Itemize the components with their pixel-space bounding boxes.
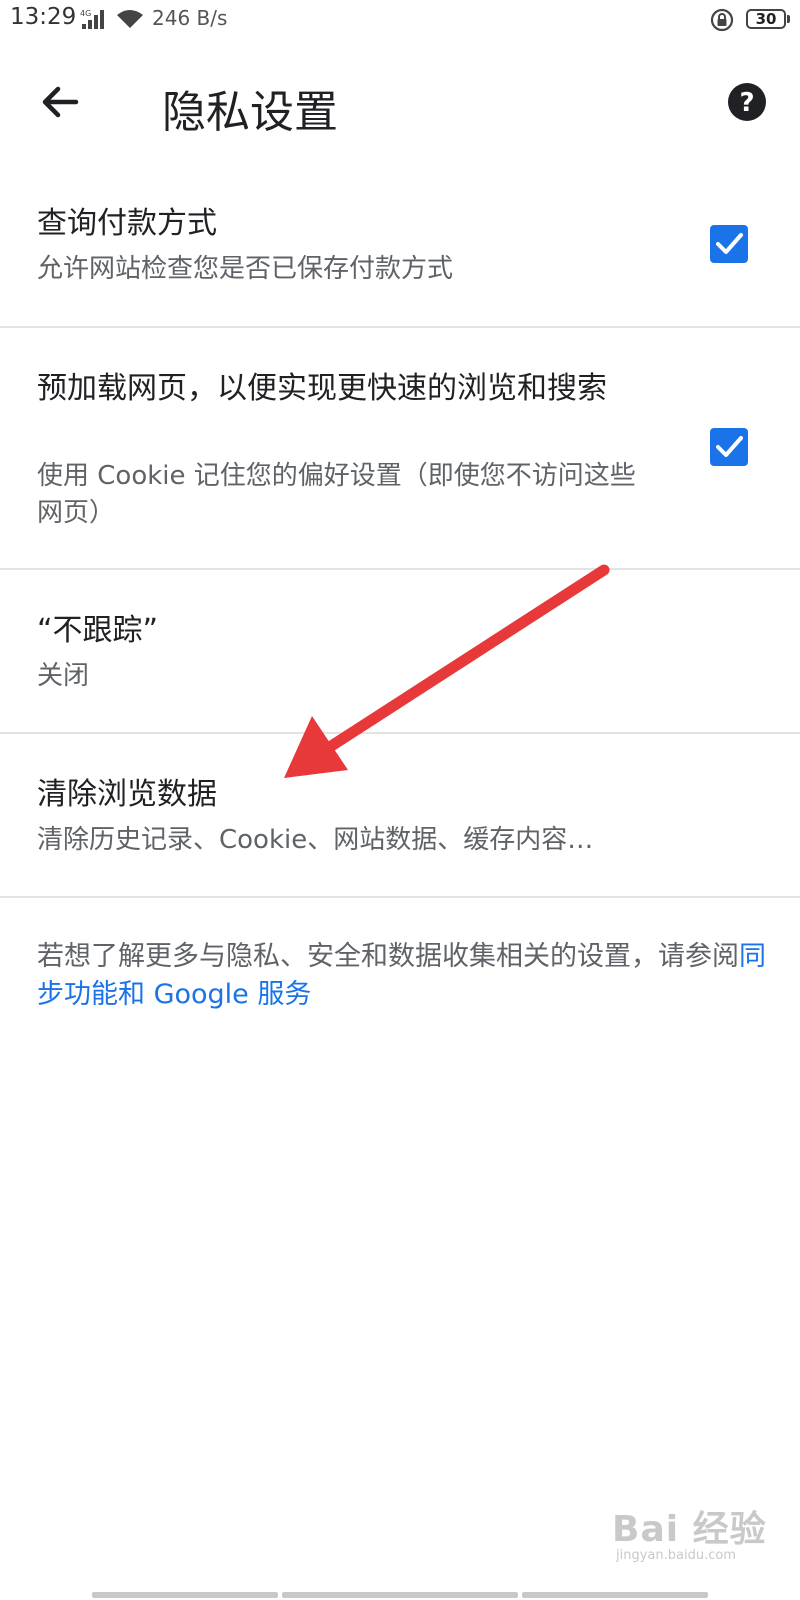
nav-segment bbox=[92, 1592, 278, 1598]
toolbar: 隐私设置 ? bbox=[0, 40, 800, 165]
rotation-lock-icon bbox=[710, 8, 734, 36]
setting-subtitle: 清除历史记录、Cookie、网站数据、缓存内容… bbox=[37, 825, 594, 855]
battery-indicator: 30 bbox=[746, 9, 790, 29]
footer-note: 若想了解更多与隐私、安全和数据收集相关的设置，请参阅同步功能和 Google 服… bbox=[37, 938, 767, 1014]
help-button[interactable]: ? bbox=[727, 82, 767, 122]
checkmark-icon bbox=[716, 436, 743, 457]
setting-title: 预加载网页，以便实现更快速的浏览和搜索 bbox=[37, 371, 607, 406]
setting-clear-browsing-data[interactable]: 清除浏览数据 清除历史记录、Cookie、网站数据、缓存内容… bbox=[0, 734, 800, 898]
help-circle-icon: ? bbox=[728, 83, 766, 121]
wifi-icon bbox=[115, 8, 145, 34]
setting-title: 查询付款方式 bbox=[37, 206, 217, 241]
setting-payment-methods[interactable]: 查询付款方式 允许网站检查您是否已保存付款方式 bbox=[0, 165, 800, 328]
svg-text:?: ? bbox=[739, 88, 754, 118]
status-bar: 13:29 4G 246 B/s 30 bbox=[0, 0, 800, 40]
setting-title: “不跟踪” bbox=[37, 613, 159, 648]
nav-segment bbox=[522, 1592, 708, 1598]
signal-icon: 4G bbox=[80, 8, 108, 34]
back-button[interactable] bbox=[36, 78, 84, 126]
status-time: 13:29 bbox=[10, 4, 77, 30]
watermark-url: jingyan.baidu.com bbox=[616, 1548, 736, 1563]
navigation-bar bbox=[0, 1592, 800, 1600]
preload-pages-checkbox[interactable] bbox=[710, 428, 748, 466]
nav-segment bbox=[282, 1592, 518, 1598]
svg-text:4G: 4G bbox=[80, 9, 91, 18]
setting-title: 清除浏览数据 bbox=[37, 777, 217, 812]
checkmark-icon bbox=[716, 233, 743, 254]
setting-subtitle: 允许网站检查您是否已保存付款方式 bbox=[37, 254, 454, 284]
watermark-main: Bai 经验 bbox=[612, 1509, 767, 1550]
setting-subtitle: 关闭 bbox=[37, 661, 90, 691]
baidu-watermark: Bai 经验 jingyan.baidu.com bbox=[612, 1500, 767, 1563]
footer-text: 若想了解更多与隐私、安全和数据收集相关的设置，请参阅 bbox=[37, 941, 739, 972]
setting-preload-pages[interactable]: 预加载网页，以便实现更快速的浏览和搜索 使用 Cookie 记住您的偏好设置（即… bbox=[0, 328, 800, 570]
setting-subtitle: 使用 Cookie 记住您的偏好设置（即使您不访问这些网页） bbox=[37, 461, 636, 528]
network-speed: 246 B/s bbox=[152, 6, 228, 30]
payment-methods-checkbox[interactable] bbox=[710, 225, 748, 263]
arrow-left-icon bbox=[42, 86, 79, 118]
setting-do-not-track[interactable]: “不跟踪” 关闭 bbox=[0, 570, 800, 734]
page-title: 隐私设置 bbox=[162, 87, 338, 138]
